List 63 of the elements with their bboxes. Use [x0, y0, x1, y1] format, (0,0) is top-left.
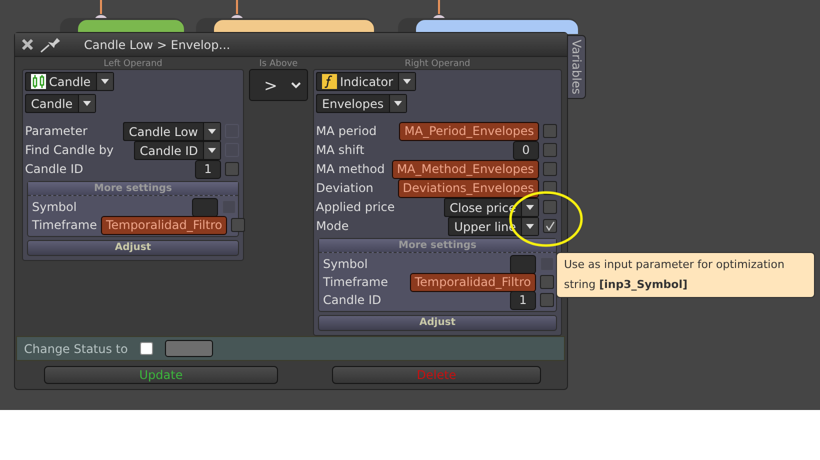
status-field[interactable] — [164, 340, 213, 357]
checkbox[interactable] — [540, 275, 554, 289]
variable-field[interactable]: MA_Method_Envelopes — [392, 160, 539, 178]
caret-icon — [526, 224, 534, 229]
adjust-button[interactable]: Adjust — [318, 315, 557, 331]
type-dropdown[interactable]: Indicator — [316, 72, 416, 91]
checkbox[interactable] — [543, 219, 557, 233]
subtype-dropdown[interactable]: Candle — [25, 94, 96, 113]
field-label: Applied price — [316, 200, 396, 214]
checkbox[interactable] — [543, 162, 557, 176]
caret-icon — [403, 79, 412, 84]
field-label: MA method — [316, 162, 386, 176]
section-heading: Left Operand — [102, 59, 164, 69]
field-label: Timeframe — [323, 275, 389, 289]
caret-icon — [100, 79, 109, 84]
subtype-dropdown[interactable]: Envelopes — [316, 94, 407, 113]
caret-icon — [208, 129, 216, 134]
field-label: MA shift — [316, 143, 366, 157]
function-icon — [322, 74, 337, 89]
field-label: Deviation — [316, 181, 374, 195]
type-dropdown[interactable]: Candle — [25, 72, 114, 91]
variable-field[interactable]: MA_Period_Envelopes — [399, 122, 539, 140]
number-field[interactable]: 1 — [195, 160, 221, 178]
field-label: Candle ID — [25, 162, 84, 176]
checkbox[interactable] — [543, 200, 557, 214]
input-field[interactable] — [510, 254, 536, 274]
window-title: Candle Low > Envelop... — [84, 38, 230, 52]
number-field[interactable]: 1 — [510, 290, 536, 310]
comparator-dropdown[interactable]: > — [249, 69, 308, 101]
field-label: Symbol — [323, 257, 369, 271]
variable-field[interactable]: Deviations_Envelopes — [398, 178, 539, 198]
variable-field[interactable]: Temporalidad_Filtro — [100, 216, 228, 234]
caret-icon — [82, 101, 91, 106]
checkbox[interactable] — [231, 218, 246, 232]
chevron-icon — [291, 82, 301, 88]
caret-icon — [208, 148, 216, 153]
field-label: Parameter — [25, 124, 88, 138]
variable-field[interactable]: Temporalidad_Filtro — [410, 272, 536, 292]
checkbox[interactable] — [540, 293, 554, 307]
update-button[interactable]: Update — [44, 366, 278, 384]
caret-icon — [394, 101, 402, 106]
candlestick-icon — [31, 74, 46, 89]
number-field[interactable]: 0 — [513, 140, 539, 160]
field-label: Find Candle by — [25, 143, 115, 157]
field-label: Symbol — [32, 200, 78, 214]
caret-icon — [526, 205, 534, 210]
field-label: Timeframe — [32, 218, 97, 232]
field-label: MA period — [316, 124, 378, 138]
input-field[interactable] — [192, 198, 218, 216]
section-heading: Is Above — [258, 59, 299, 69]
checkbox[interactable] — [225, 162, 239, 176]
side-tab[interactable]: Variables — [567, 35, 586, 99]
status-label: Change Status to — [24, 342, 128, 356]
checkbox[interactable] — [543, 124, 557, 138]
checkbox[interactable] — [140, 342, 153, 355]
section-heading: Right Operand — [404, 59, 472, 69]
close-icon[interactable] — [21, 38, 34, 51]
pin-icon[interactable] — [40, 36, 62, 52]
checkbox[interactable] — [543, 143, 557, 157]
adjust-button[interactable]: Adjust — [27, 240, 239, 256]
field-label: Mode — [316, 219, 350, 233]
field-label: Candle ID — [323, 293, 382, 307]
tooltip: Use as input parameter for optimization string [inp3_Symbol] — [556, 252, 815, 298]
